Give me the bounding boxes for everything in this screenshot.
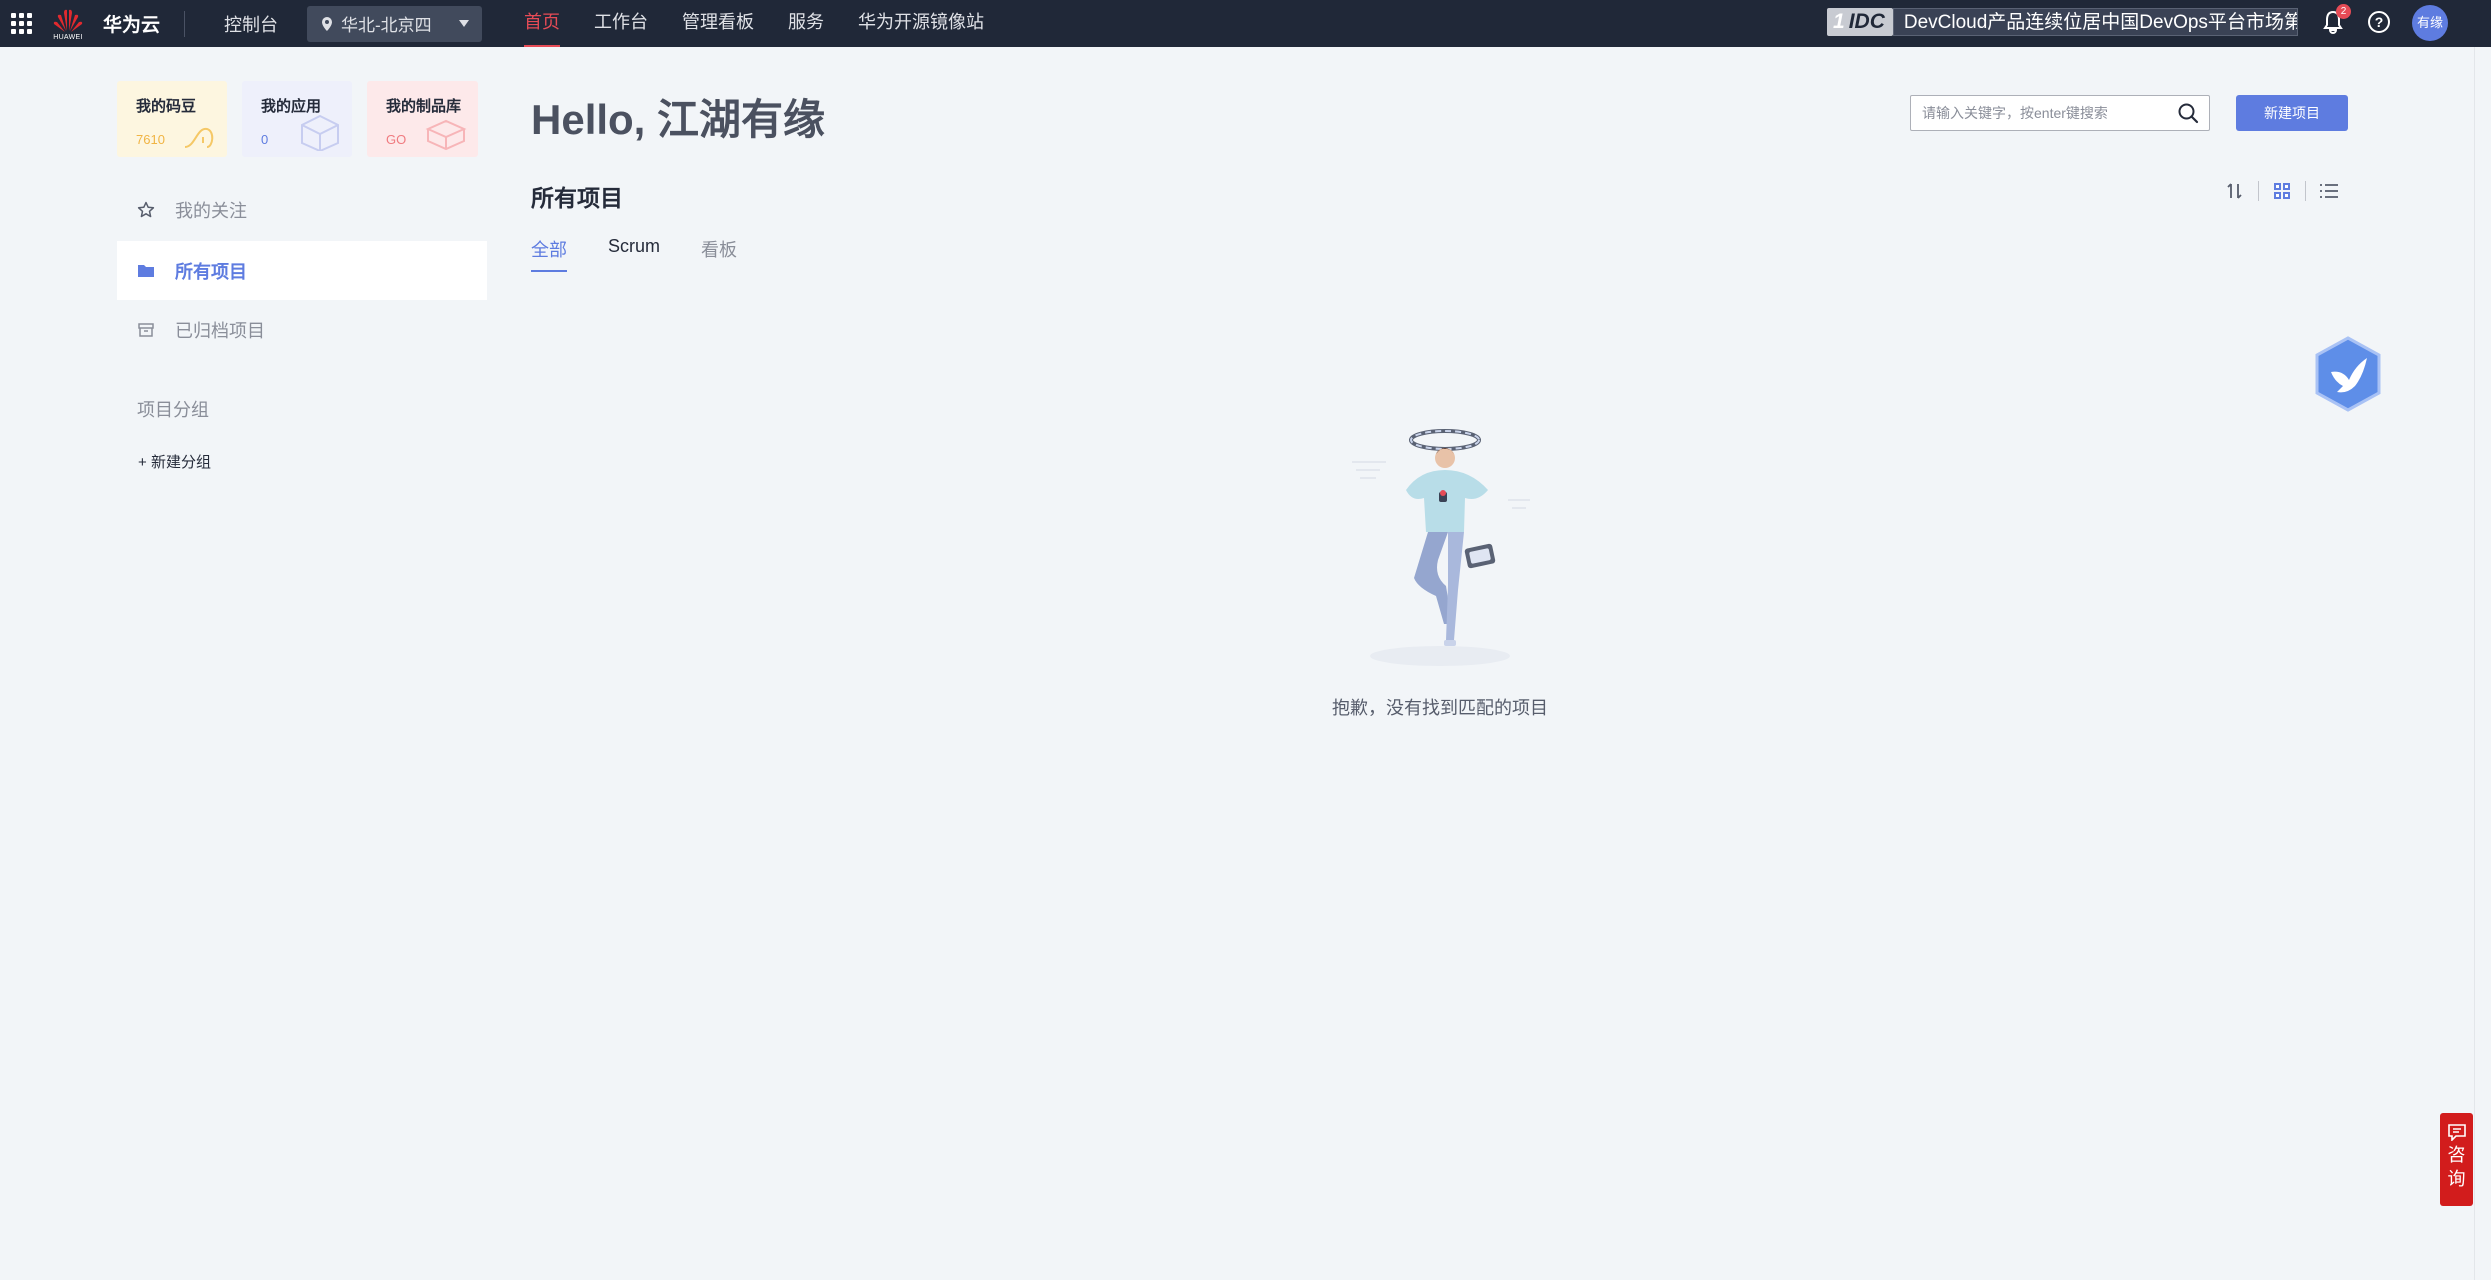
sidebar-item-archived[interactable]: 已归档项目 (117, 300, 487, 359)
banner-text: DevCloud产品连续位居中国DevOps平台市场第一 (1892, 8, 2298, 36)
sidebar-item-label: 我的关注 (175, 200, 247, 221)
notification-badge: 2 (2336, 4, 2351, 19)
location-pin-icon (322, 16, 333, 31)
empty-state-illustration (1352, 429, 1530, 666)
sidebar-item-label: 已归档项目 (175, 320, 265, 341)
sidebar-item-label: 所有项目 (175, 261, 247, 282)
idc-label: IDC (1848, 10, 1885, 33)
assistant-bird-icon[interactable] (2313, 336, 2383, 412)
bean-icon (184, 127, 214, 148)
brand-name[interactable]: 华为云 (103, 10, 160, 37)
main-nav: 首页 工作台 管理看板 服务 华为开源镜像站 (524, 0, 1018, 47)
card-codebeans[interactable]: 我的码豆 7610 (117, 81, 227, 157)
package-icon (425, 119, 467, 151)
card-apps[interactable]: 我的应用 0 (242, 81, 352, 157)
divider (184, 10, 186, 37)
divider (2305, 181, 2306, 201)
cube-icon (301, 114, 339, 151)
folder-icon (138, 264, 154, 277)
chat-icon (2447, 1124, 2466, 1141)
consult-label-2: 询 (2447, 1169, 2466, 1189)
consult-label-1: 咨 (2447, 1145, 2466, 1165)
vertical-scrollbar[interactable] (2474, 47, 2491, 1280)
idc-badge: 1 IDC (1827, 8, 1893, 36)
search-icon[interactable] (2177, 102, 2199, 124)
sidebar-item-all-projects[interactable]: 所有项目 (117, 241, 487, 300)
nav-home[interactable]: 首页 (524, 0, 561, 47)
project-type-tabs: 全部 Scrum 看板 (531, 236, 778, 272)
nav-dashboard[interactable]: 管理看板 (682, 0, 754, 47)
huawei-logo-icon (53, 9, 83, 32)
new-group-label: 新建分组 (150, 454, 211, 471)
list-view-icon[interactable] (2318, 180, 2340, 202)
sort-icon[interactable] (2224, 180, 2246, 202)
nav-services[interactable]: 服务 (788, 0, 824, 47)
consult-button[interactable]: 咨 询 (2440, 1113, 2473, 1206)
plus-icon: + (138, 454, 151, 471)
caret-down-icon (459, 20, 470, 27)
idc-rank: 1 (1833, 10, 1845, 33)
region-selector[interactable]: 华北-北京四 (307, 5, 483, 42)
huawei-logo[interactable]: HUAWEI (50, 5, 86, 43)
section-title: 所有项目 (531, 185, 623, 211)
summary-cards: 我的码豆 7610 我的应用 0 我的制品库 GO (117, 81, 493, 157)
promo-banner[interactable]: 1 IDC DevCloud产品连续位居中国DevOps平台市场第一 (1827, 6, 2307, 38)
project-group-title: 项目分组 (137, 400, 209, 420)
tab-kanban[interactable]: 看板 (701, 236, 737, 272)
nav-workbench[interactable]: 工作台 (594, 0, 648, 47)
card-title: 我的码豆 (136, 98, 197, 115)
app-grid-icon[interactable] (11, 12, 33, 35)
divider (2258, 181, 2259, 201)
help-icon[interactable]: ? (2368, 11, 2390, 33)
new-group-button[interactable]: + 新建分组 (138, 451, 211, 472)
console-link[interactable]: 控制台 (224, 11, 278, 37)
card-title: 我的制品库 (386, 98, 462, 115)
logo-text: HUAWEI (53, 33, 83, 41)
user-avatar[interactable]: 有缘 (2412, 5, 2448, 41)
search-input[interactable] (1911, 96, 2177, 130)
archive-icon (138, 322, 154, 337)
tab-all[interactable]: 全部 (531, 236, 567, 272)
empty-state-text: 抱歉，没有找到匹配的项目 (1332, 698, 1548, 718)
star-icon (137, 201, 155, 217)
tab-scrum[interactable]: Scrum (608, 236, 660, 272)
new-project-button[interactable]: 新建项目 (2236, 95, 2348, 131)
page-greeting: Hello, 江湖有缘 (531, 96, 826, 143)
card-artifacts[interactable]: 我的制品库 GO (367, 81, 478, 157)
region-label: 华北-北京四 (341, 16, 432, 35)
view-toolbar (2224, 180, 2340, 202)
grid-view-icon[interactable] (2271, 180, 2293, 202)
search-box (1910, 95, 2210, 131)
sidebar-item-following[interactable]: 我的关注 (117, 180, 487, 239)
nav-mirror[interactable]: 华为开源镜像站 (858, 0, 984, 47)
